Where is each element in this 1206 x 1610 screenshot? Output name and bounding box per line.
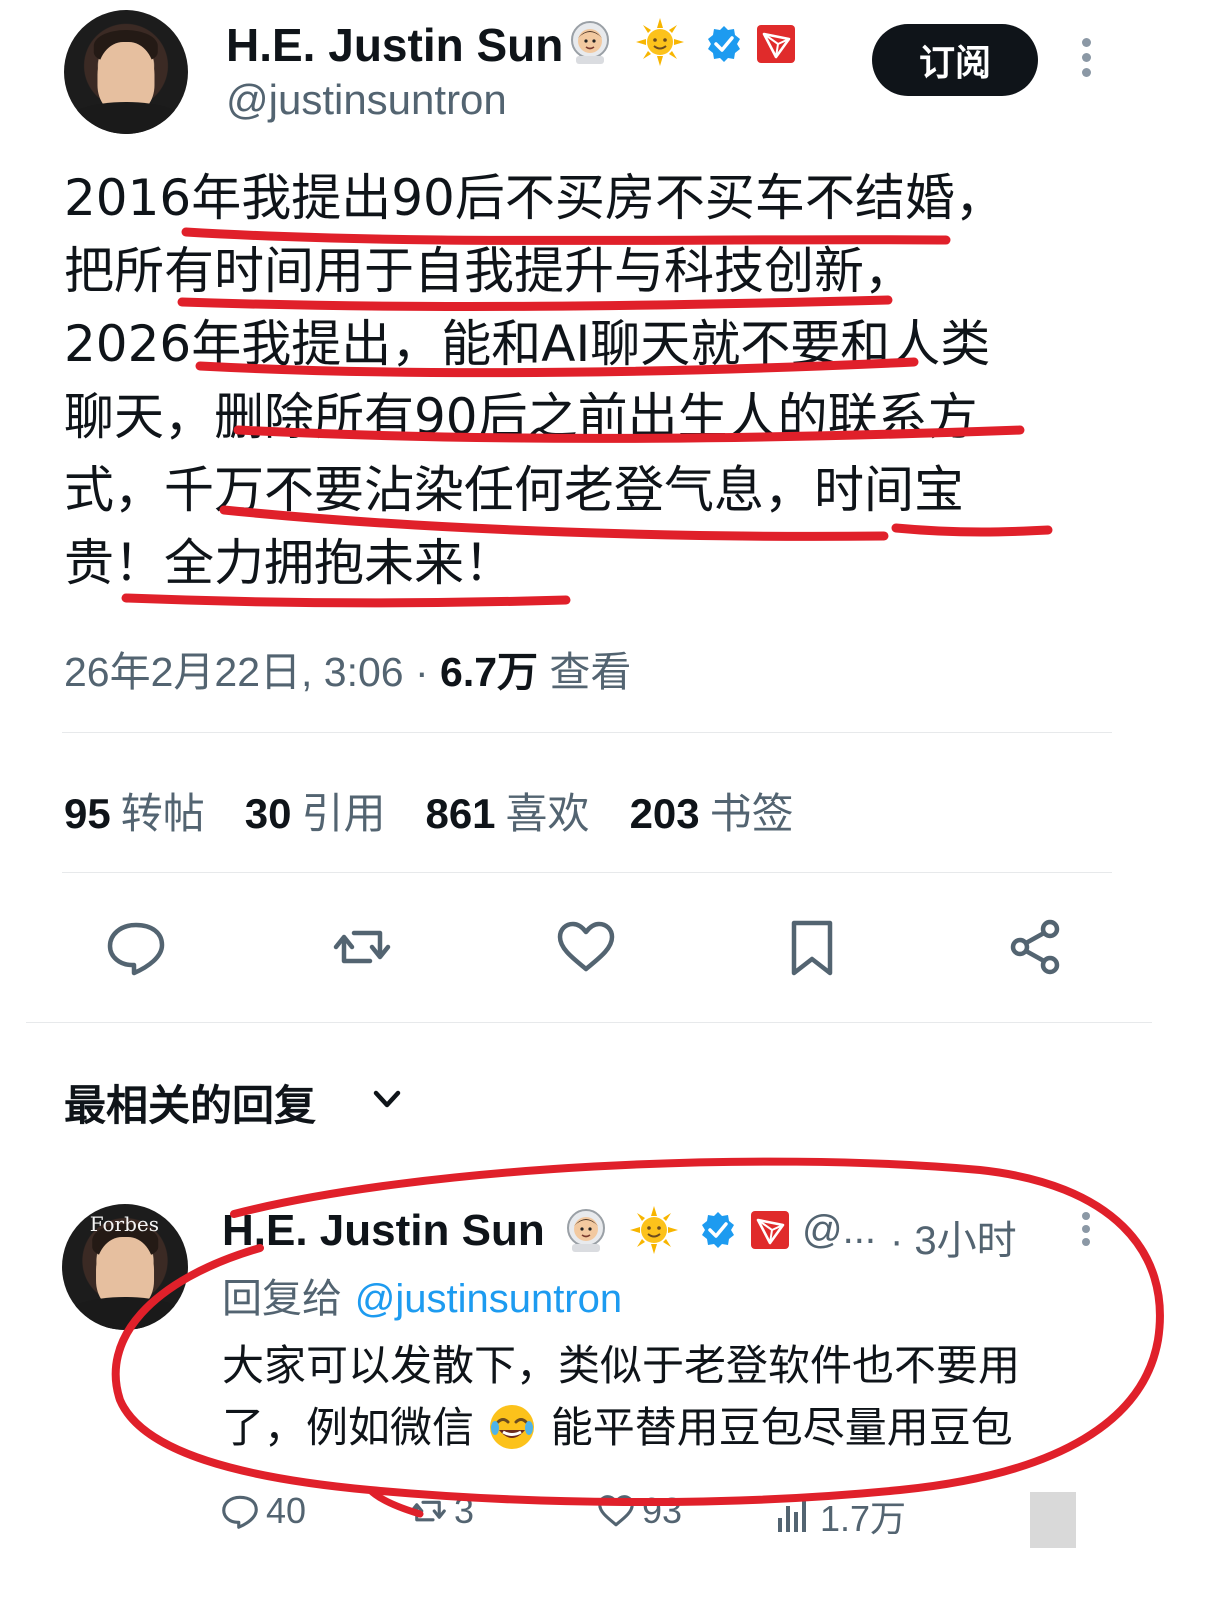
author-handle[interactable]: @justinsuntron (226, 76, 507, 124)
like-icon (557, 921, 615, 972)
divider (62, 732, 1112, 733)
reply-more-icon[interactable] (1078, 1212, 1094, 1252)
subscribe-button[interactable]: 订阅 (872, 24, 1038, 96)
avatar-suit (62, 1297, 188, 1330)
verified-badge-icon (702, 1212, 734, 1248)
forbes-logo: Forbes (89, 1211, 160, 1236)
share-icon (1010, 919, 1060, 975)
tron-logo-icon (757, 25, 795, 63)
divider (26, 1022, 1152, 1023)
reply-icon (107, 922, 165, 976)
share-button[interactable] (1004, 915, 1068, 979)
avatar-suit (64, 101, 188, 134)
tweet-meta: 26年2月22日, 3:06 · 6.7万 查看 (64, 638, 631, 698)
repost-icon (410, 1500, 446, 1522)
like-button[interactable] (554, 915, 618, 979)
bookmark-stat[interactable]: 203 书签 (630, 780, 794, 841)
reply-text: 大家可以发散下，类似于老登软件也不要用 了，例如微信 能平替用豆包尽量用豆包 (222, 1335, 1122, 1459)
reply-repost-button[interactable]: 3 (408, 1490, 474, 1532)
author-name[interactable]: H.E. Justin Sun (226, 18, 563, 72)
verified-badge-icon (708, 26, 740, 62)
repost-stat[interactable]: 95 转帖 (64, 780, 205, 841)
engagement-stats: 95 转帖 30 引用 861 喜欢 203 书签 (64, 780, 794, 841)
sun-emoji (636, 18, 684, 66)
reply-text-line: 大家可以发散下，类似于老登软件也不要用 (222, 1341, 1021, 1390)
reply-author-name[interactable]: H.E. Justin Sun (222, 1206, 545, 1256)
laughing-emoji (490, 1405, 535, 1449)
tweet-text: 2016年我提出90后不买房不买车不结婚， 把所有时间用于自我提升与科技创新， … (64, 169, 1005, 592)
tron-logo-icon (751, 1211, 789, 1249)
divider (62, 872, 1112, 873)
reply-like-button[interactable]: 93 (596, 1490, 682, 1532)
author-avatar[interactable] (64, 10, 188, 134)
reply-to-line: 回复给 @justinsuntron (222, 1266, 622, 1324)
tweet-timestamp[interactable]: 26年2月22日, 3:06 · (64, 649, 440, 695)
repost-icon (333, 930, 391, 964)
views-icon (778, 1500, 806, 1532)
bookmark-button[interactable] (780, 915, 844, 979)
view-label: 查看 (538, 649, 632, 695)
like-icon (598, 1495, 634, 1527)
view-count: 6.7万 (440, 649, 539, 695)
reply-button[interactable] (104, 915, 168, 979)
more-icon[interactable] (1078, 38, 1094, 82)
redaction-box (1030, 1492, 1076, 1548)
bookmark-icon (791, 920, 833, 976)
astronaut-emoji (571, 21, 609, 64)
reply-to-label: 回复给 (222, 1276, 355, 1322)
chevron-down-icon[interactable] (368, 1080, 406, 1118)
quote-stat[interactable]: 30 引用 (245, 780, 386, 841)
reply-views-button[interactable]: 1.7万 (774, 1490, 906, 1542)
astronaut-emoji (567, 1209, 605, 1252)
reply-to-mention[interactable]: @justinsuntron (355, 1277, 622, 1321)
reply-time[interactable]: · 3小时 (890, 1208, 1017, 1266)
reply-text-line: 了，例如微信 能平替用豆包尽量用豆包 (222, 1403, 1013, 1452)
like-stat[interactable]: 861 喜欢 (425, 780, 589, 841)
replies-sort-label[interactable]: 最相关的回复 (64, 1072, 316, 1133)
reply-reply-button[interactable]: 40 (220, 1490, 306, 1532)
reply-author-handle[interactable]: @... (802, 1208, 876, 1253)
sun-emoji (630, 1206, 678, 1254)
reply-author-avatar[interactable]: Forbes (62, 1204, 188, 1330)
reply-icon (222, 1495, 258, 1529)
repost-button[interactable] (330, 915, 394, 979)
